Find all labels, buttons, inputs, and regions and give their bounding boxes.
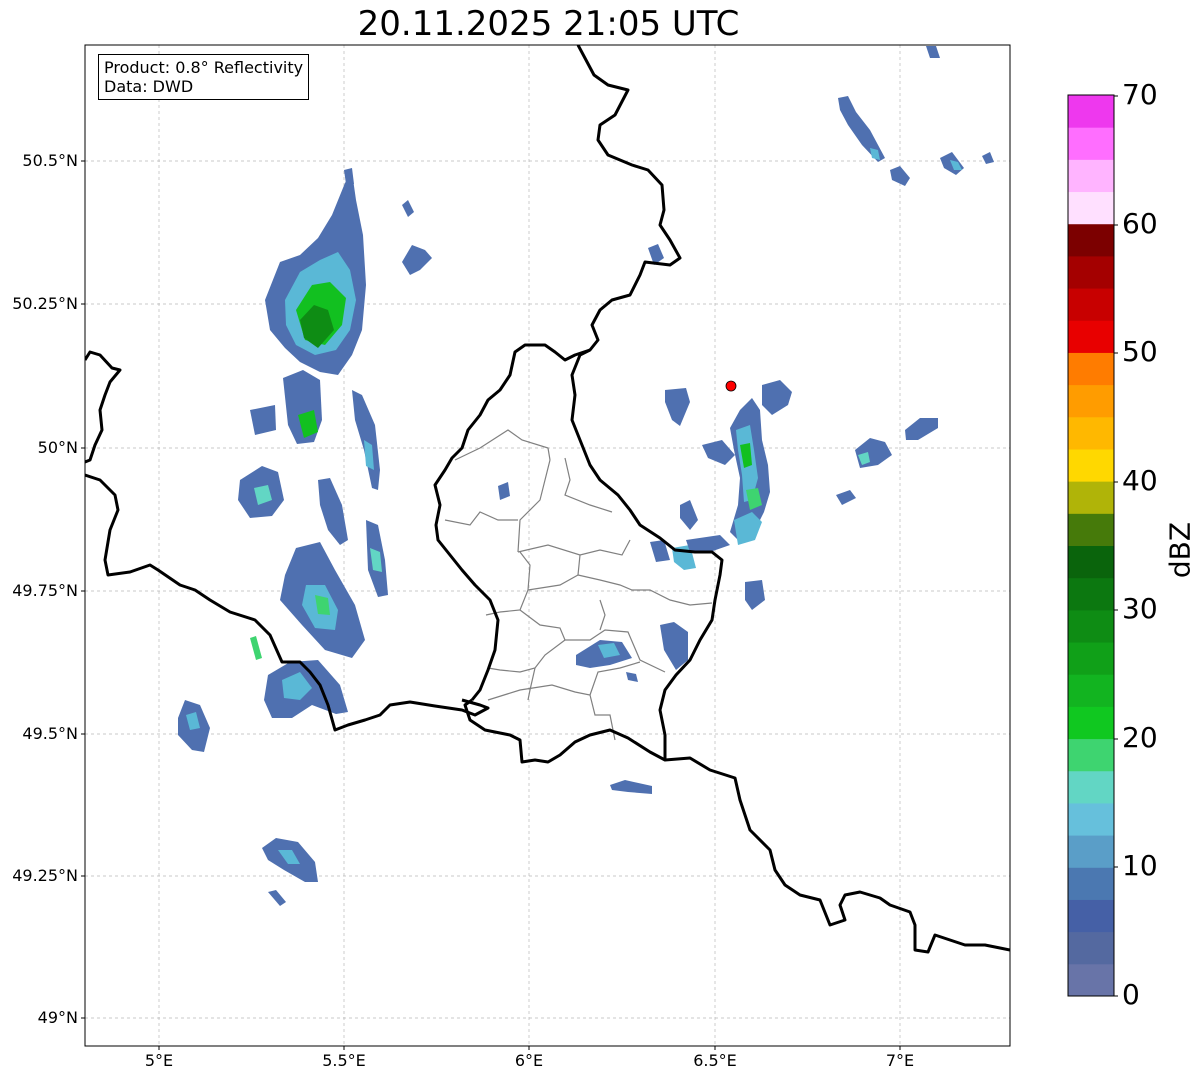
district-borders <box>444 429 713 741</box>
radar-site-marker <box>725 380 737 392</box>
colorbar-segment <box>1068 674 1114 707</box>
lon-tick-label: 6°E <box>514 1051 544 1070</box>
lat-tick-label: 49.5°N <box>22 724 78 743</box>
colorbar-segment <box>1068 223 1114 257</box>
radar-echoes <box>178 46 994 906</box>
colorbar-tick-label: 30 <box>1122 592 1158 625</box>
colorbar-segment <box>1068 159 1114 193</box>
product-info-box: Product: 0.8° Reflectivity Data: DWD <box>98 54 310 100</box>
colorbar-segment <box>1068 191 1114 225</box>
lon-tick-label: 5.5°E <box>322 1051 366 1070</box>
colorbar-tick-label: 50 <box>1122 335 1158 368</box>
colorbar-segment <box>1068 545 1114 579</box>
lon-tick-label: 6.5°E <box>693 1051 737 1070</box>
colorbar-tick-label: 0 <box>1122 978 1140 1011</box>
colorbar-segment <box>1068 95 1114 128</box>
colorbar-segment <box>1068 384 1114 418</box>
colorbar-unit-label: dBZ <box>1163 521 1197 579</box>
colorbar-segment <box>1068 642 1114 675</box>
radar-map <box>81 44 1118 1050</box>
colorbar-tick-label: 70 <box>1122 78 1158 111</box>
lat-tick-label: 50.25°N <box>12 294 78 313</box>
country-borders <box>85 45 1010 954</box>
colorbar-segment <box>1068 448 1114 482</box>
colorbar-ticks <box>1114 95 1118 997</box>
colorbar-segment <box>1068 577 1114 611</box>
colorbar <box>1068 95 1114 997</box>
colorbar-segment <box>1068 288 1114 321</box>
colorbar-segment <box>1068 255 1114 289</box>
tick-marks <box>81 160 901 1050</box>
colorbar-segment <box>1068 802 1114 836</box>
colorbar-segment <box>1068 867 1114 900</box>
colorbar-segment <box>1068 706 1114 740</box>
lat-tick-label: 50°N <box>37 438 78 457</box>
colorbar-segment <box>1068 770 1114 804</box>
colorbar-segment <box>1068 481 1114 514</box>
colorbar-segment <box>1068 835 1114 868</box>
colorbar-segment <box>1068 738 1114 772</box>
colorbar-segment <box>1068 899 1114 933</box>
lon-tick-label: 7°E <box>885 1051 915 1070</box>
colorbar-segment <box>1068 609 1114 643</box>
colorbar-tick-label: 20 <box>1122 721 1158 754</box>
lat-tick-label: 49°N <box>37 1008 78 1027</box>
colorbar-tick-label: 10 <box>1122 849 1158 882</box>
lat-tick-label: 49.75°N <box>12 581 78 600</box>
lat-tick-label: 50.5°N <box>22 151 78 170</box>
colorbar-segment <box>1068 352 1114 386</box>
lat-tick-label: 49.25°N <box>12 866 78 885</box>
colorbar-tick-label: 40 <box>1122 464 1158 497</box>
data-source-label: Data: DWD <box>104 77 194 96</box>
colorbar-segment <box>1068 320 1114 353</box>
colorbar-segment <box>1068 963 1114 997</box>
colorbar-tick-label: 60 <box>1122 207 1158 240</box>
product-label: Product: 0.8° Reflectivity <box>104 58 304 77</box>
colorbar-segment <box>1068 127 1114 160</box>
colorbar-segment <box>1068 513 1114 546</box>
lon-tick-label: 5°E <box>144 1051 174 1070</box>
colorbar-segment <box>1068 416 1114 450</box>
colorbar-segment <box>1068 931 1114 965</box>
